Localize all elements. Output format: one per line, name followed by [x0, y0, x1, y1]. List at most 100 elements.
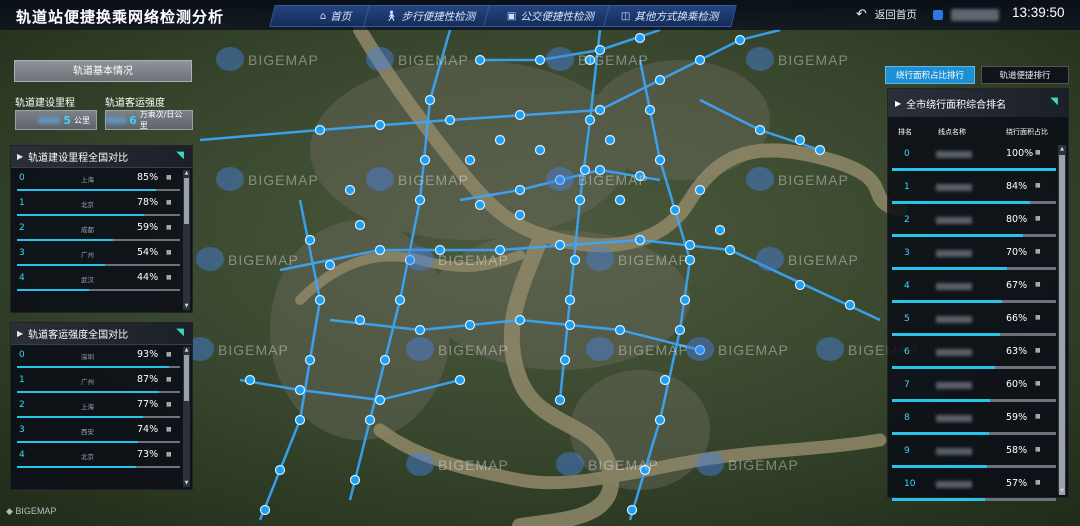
- detour-ranking-row[interactable]: 4 67% ▮▮: [888, 275, 1056, 308]
- detour-ranking-row[interactable]: 3 70% ▮▮: [888, 242, 1056, 275]
- metro-station-marker[interactable]: [414, 324, 426, 336]
- detour-ranking-row[interactable]: 7 60% ▮▮: [888, 374, 1056, 407]
- metro-station-marker[interactable]: [474, 199, 486, 211]
- metro-station-marker[interactable]: [569, 254, 581, 266]
- metro-station-marker[interactable]: [684, 239, 696, 251]
- metro-station-marker[interactable]: [794, 279, 806, 291]
- metro-station-marker[interactable]: [574, 194, 586, 206]
- scroll-thumb[interactable]: [184, 178, 189, 224]
- metro-station-marker[interactable]: [344, 184, 356, 196]
- metro-station-marker[interactable]: [634, 234, 646, 246]
- metro-station-marker[interactable]: [694, 54, 706, 66]
- metro-station-marker[interactable]: [564, 294, 576, 306]
- detour-ranking-row[interactable]: 5 66% ▮▮: [888, 308, 1056, 341]
- ranking-row[interactable]: 3 广州 54% ▮▮: [11, 243, 182, 268]
- scroll-thumb[interactable]: [184, 355, 189, 401]
- metro-station-marker[interactable]: [444, 114, 456, 126]
- ranking-row[interactable]: 0 上海 85% ▮▮: [11, 168, 182, 193]
- metro-station-marker[interactable]: [674, 324, 686, 336]
- detour-ranking-row[interactable]: 9 58% ▮▮: [888, 440, 1056, 473]
- metro-station-marker[interactable]: [634, 32, 646, 44]
- tab-detour-ratio[interactable]: 绕行面积占比排行: [885, 66, 975, 84]
- metro-station-marker[interactable]: [534, 54, 546, 66]
- metro-station-marker[interactable]: [626, 504, 638, 516]
- metro-station-marker[interactable]: [349, 474, 361, 486]
- detour-ranking-row[interactable]: 1 84% ▮▮: [888, 176, 1056, 209]
- scroll-up-icon[interactable]: ▲: [183, 170, 190, 177]
- metro-station-marker[interactable]: [654, 414, 666, 426]
- metro-station-marker[interactable]: [654, 74, 666, 86]
- metro-station-marker[interactable]: [814, 144, 826, 156]
- metro-station-marker[interactable]: [454, 374, 466, 386]
- ranking-row[interactable]: 1 北京 78% ▮▮: [11, 193, 182, 218]
- detour-ranking-row[interactable]: 10 57% ▮▮: [888, 473, 1056, 506]
- metro-station-marker[interactable]: [379, 354, 391, 366]
- ranking-row[interactable]: 0 深圳 93% ▮▮: [11, 345, 182, 370]
- tab-rail-convenience[interactable]: 轨道便捷排行: [981, 66, 1069, 84]
- metro-station-marker[interactable]: [614, 194, 626, 206]
- ranking-row[interactable]: 2 成都 59% ▮▮: [11, 218, 182, 243]
- tab-bus[interactable]: ▣ 公交便捷性检测: [483, 5, 617, 27]
- rail-length-scrollbar[interactable]: ▲ ▼: [183, 170, 190, 310]
- metro-station-marker[interactable]: [424, 94, 436, 106]
- tab-other[interactable]: ◫ 其他方式换乘检测: [603, 5, 737, 27]
- metro-station-marker[interactable]: [294, 414, 306, 426]
- scroll-down-icon[interactable]: ▼: [183, 480, 190, 487]
- metro-station-marker[interactable]: [244, 374, 256, 386]
- metro-station-marker[interactable]: [734, 34, 746, 46]
- metro-station-marker[interactable]: [594, 104, 606, 116]
- metro-station-marker[interactable]: [314, 124, 326, 136]
- metro-station-marker[interactable]: [714, 224, 726, 236]
- metro-station-marker[interactable]: [464, 154, 476, 166]
- ranking-row[interactable]: 4 武汉 44% ▮▮: [11, 268, 182, 293]
- metro-station-marker[interactable]: [844, 299, 856, 311]
- ranking-row[interactable]: 3 西安 74% ▮▮: [11, 420, 182, 445]
- metro-station-marker[interactable]: [554, 394, 566, 406]
- metro-station-marker[interactable]: [604, 134, 616, 146]
- metro-station-marker[interactable]: [474, 54, 486, 66]
- detour-ranking-row[interactable]: 6 63% ▮▮: [888, 341, 1056, 374]
- back-home-link[interactable]: ↶ 返回首页: [856, 7, 999, 22]
- ranking-row[interactable]: 4 北京 73% ▮▮: [11, 445, 182, 470]
- metro-station-marker[interactable]: [584, 114, 596, 126]
- metro-station-marker[interactable]: [794, 134, 806, 146]
- metro-station-marker[interactable]: [324, 259, 336, 271]
- metro-station-marker[interactable]: [534, 144, 546, 156]
- metro-station-marker[interactable]: [464, 319, 476, 331]
- metro-station-marker[interactable]: [514, 209, 526, 221]
- metro-station-marker[interactable]: [374, 119, 386, 131]
- metro-station-marker[interactable]: [304, 234, 316, 246]
- metro-station-marker[interactable]: [724, 244, 736, 256]
- metro-station-marker[interactable]: [679, 294, 691, 306]
- metro-station-marker[interactable]: [514, 314, 526, 326]
- metro-station-marker[interactable]: [274, 464, 286, 476]
- metro-station-marker[interactable]: [669, 204, 681, 216]
- metro-station-marker[interactable]: [644, 104, 656, 116]
- metro-station-marker[interactable]: [514, 184, 526, 196]
- metro-station-marker[interactable]: [754, 124, 766, 136]
- metro-station-marker[interactable]: [374, 244, 386, 256]
- scroll-up-icon[interactable]: ▲: [183, 347, 190, 354]
- detour-ranking-scrollbar[interactable]: ▲ ▼: [1058, 145, 1066, 495]
- tab-walk[interactable]: 🚶︎ 步行便捷性检测: [363, 5, 497, 27]
- metro-station-marker[interactable]: [259, 504, 271, 516]
- metro-station-marker[interactable]: [304, 354, 316, 366]
- metro-station-marker[interactable]: [364, 414, 376, 426]
- metro-station-marker[interactable]: [354, 219, 366, 231]
- metro-station-marker[interactable]: [659, 374, 671, 386]
- scroll-up-icon[interactable]: ▲: [1058, 145, 1066, 153]
- rail-basic-title[interactable]: 轨道基本情况: [14, 60, 192, 82]
- metro-station-marker[interactable]: [514, 109, 526, 121]
- metro-station-marker[interactable]: [654, 154, 666, 166]
- detour-ranking-row[interactable]: 0 100% ▮▮: [888, 143, 1056, 176]
- detour-ranking-row[interactable]: 8 59% ▮▮: [888, 407, 1056, 440]
- metro-station-marker[interactable]: [559, 354, 571, 366]
- metro-station-marker[interactable]: [419, 154, 431, 166]
- metro-station-marker[interactable]: [374, 394, 386, 406]
- metro-station-marker[interactable]: [554, 239, 566, 251]
- scroll-down-icon[interactable]: ▼: [1058, 487, 1066, 495]
- scroll-down-icon[interactable]: ▼: [183, 303, 190, 310]
- ranking-row[interactable]: 2 上海 77% ▮▮: [11, 395, 182, 420]
- metro-station-marker[interactable]: [314, 294, 326, 306]
- metro-station-marker[interactable]: [614, 324, 626, 336]
